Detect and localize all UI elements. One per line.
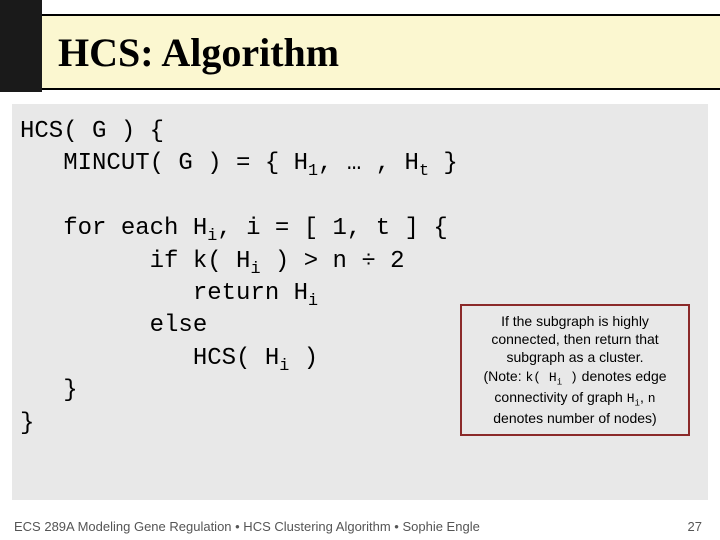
content-area: HCS( G ) { MINCUT( G ) = { H1, … , Ht } … [12,104,708,500]
code-line: return H [20,280,308,307]
subscript: i [308,292,318,311]
note-text: denotes edge [578,368,667,384]
code-line: } [20,377,78,404]
note-text: (Note: [483,368,525,384]
note-text: , [640,389,648,405]
code-text: } [429,150,458,177]
code-line: else [20,312,207,339]
subscript: i [250,259,260,278]
subscript: 1 [308,162,318,181]
note-text: connectivity of graph [494,389,626,405]
footer-left: ECS 289A Modeling Gene Regulation • HCS … [12,519,480,534]
code-text: ) [289,345,318,372]
note-text: connected, then return that [491,331,658,347]
note-text: If the subgraph is highly [501,313,649,329]
code-text: , i = [ 1, t ] { [217,215,447,242]
code-line: } [20,410,34,437]
code-text: , … , H [318,150,419,177]
code-line: for each H [20,215,207,242]
subscript: i [207,227,217,246]
note-text: denotes number of nodes) [493,410,656,426]
mono-text: H [627,391,635,406]
code-line: MINCUT( G ) = { H [20,150,308,177]
code-text: ) > n ÷ 2 [261,248,405,275]
code-line: if k( H [20,248,250,275]
note-box: If the subgraph is highly connected, the… [460,304,690,436]
accent-square [0,0,42,92]
mono-text: k( H [525,370,556,385]
footer: ECS 289A Modeling Gene Regulation • HCS … [12,519,708,534]
code-line: HCS( H [20,345,279,372]
subscript: i [279,357,289,376]
note-mono: Hi [627,391,640,406]
code-line: HCS( G ) { [20,118,164,145]
subscript: t [419,162,429,181]
slide-title: HCS: Algorithm [58,29,339,76]
note-mono: n [648,391,656,406]
note-mono: k( Hi ) [525,370,577,385]
mono-text: ) [562,370,578,385]
slide-number: 27 [688,519,708,534]
note-text: subgraph as a cluster. [507,349,644,365]
title-bar: HCS: Algorithm [0,14,720,90]
